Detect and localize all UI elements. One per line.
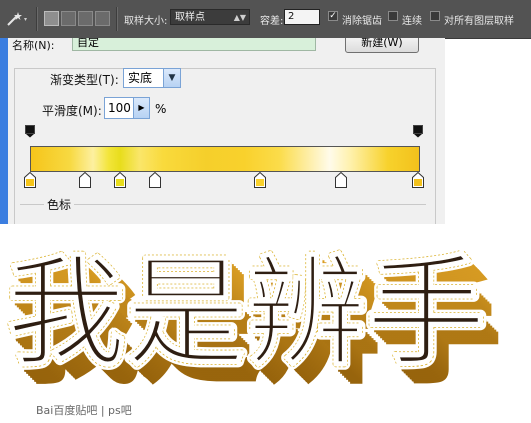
gradient-type-value: 实底 xyxy=(128,71,153,85)
tolerance-label: 容差: xyxy=(260,16,284,27)
gradient-preview-bar[interactable] xyxy=(30,146,420,172)
sample-size-select[interactable]: 取样点 ▲▼ xyxy=(170,9,250,25)
options-bar: 取样大小: 取样点 ▲▼ 容差: 2 ✓ 消除锯齿 连续 对所有图层取样 xyxy=(0,0,531,39)
antialias-label: 消除锯齿 xyxy=(342,16,382,27)
color-stop[interactable] xyxy=(79,172,91,188)
color-stop[interactable] xyxy=(412,172,424,188)
svg-text:我是辨手: 我是辨手 xyxy=(6,244,486,383)
color-stop[interactable] xyxy=(114,172,126,188)
antialias-checkbox[interactable]: ✓ xyxy=(328,11,338,21)
all-layers-label: 对所有图层取样 xyxy=(444,16,514,27)
smoothness-value: 100 xyxy=(108,101,131,115)
watermark: Bai百度贴吧 | ps吧 xyxy=(36,404,132,417)
contiguous-checkbox[interactable] xyxy=(388,11,398,21)
opacity-stop[interactable] xyxy=(25,125,35,138)
new-button[interactable]: 新建(W) xyxy=(345,38,419,53)
opacity-stop[interactable] xyxy=(413,125,423,138)
add-to-selection-button[interactable] xyxy=(61,11,76,26)
all-layers-checkbox[interactable] xyxy=(430,11,440,21)
name-input[interactable]: 自定 xyxy=(72,38,316,51)
tolerance-input[interactable]: 2 xyxy=(284,9,320,25)
separator xyxy=(36,7,38,31)
smoothness-unit: % xyxy=(155,102,167,116)
gradient-type-select[interactable]: 实底 ▼ xyxy=(123,68,181,88)
artwork-canvas: 我是辨手 我是辨手 我是辨手 我是辨手 我是辨手 我是辨手 我是辨手 我是辨手 … xyxy=(0,224,531,419)
color-stop[interactable] xyxy=(24,172,36,188)
gradient-type-label: 渐变类型(T): xyxy=(50,73,119,87)
contiguous-label: 连续 xyxy=(402,16,422,27)
color-stops-divider xyxy=(20,204,426,205)
color-stop[interactable] xyxy=(149,172,161,188)
color-stops-section-label: 色标 xyxy=(44,196,75,213)
name-label: 名称(N): xyxy=(12,39,55,52)
gradient-editor-dialog: 名称(N): 自定 新建(W) 渐变类型(T): 实底 ▼ 平滑度(M): 10… xyxy=(0,38,445,224)
color-stop[interactable] xyxy=(254,172,266,188)
sample-size-value: 取样点 xyxy=(175,12,205,23)
arrow-right-icon[interactable]: ▶ xyxy=(133,98,149,118)
artwork-text: 我是辨手 我是辨手 我是辨手 我是辨手 我是辨手 我是辨手 我是辨手 我是辨手 … xyxy=(2,240,502,401)
new-selection-button[interactable] xyxy=(44,11,59,26)
magic-wand-icon[interactable] xyxy=(4,10,30,28)
sample-size-label: 取样大小: xyxy=(124,16,168,27)
3d-text-artwork: 我是辨手 我是辨手 我是辨手 我是辨手 我是辨手 我是辨手 我是辨手 我是辨手 … xyxy=(2,240,502,401)
chevron-down-icon: ▼ xyxy=(163,69,180,87)
subtract-from-selection-button[interactable] xyxy=(78,11,93,26)
smoothness-label: 平滑度(M): xyxy=(42,104,102,118)
intersect-selection-button[interactable] xyxy=(95,11,110,26)
dialog-edge xyxy=(0,38,8,224)
color-stop[interactable] xyxy=(335,172,347,188)
chevron-down-icon: ▲▼ xyxy=(233,13,246,22)
separator xyxy=(116,7,118,31)
smoothness-input[interactable]: 100 ▶ xyxy=(104,97,150,119)
